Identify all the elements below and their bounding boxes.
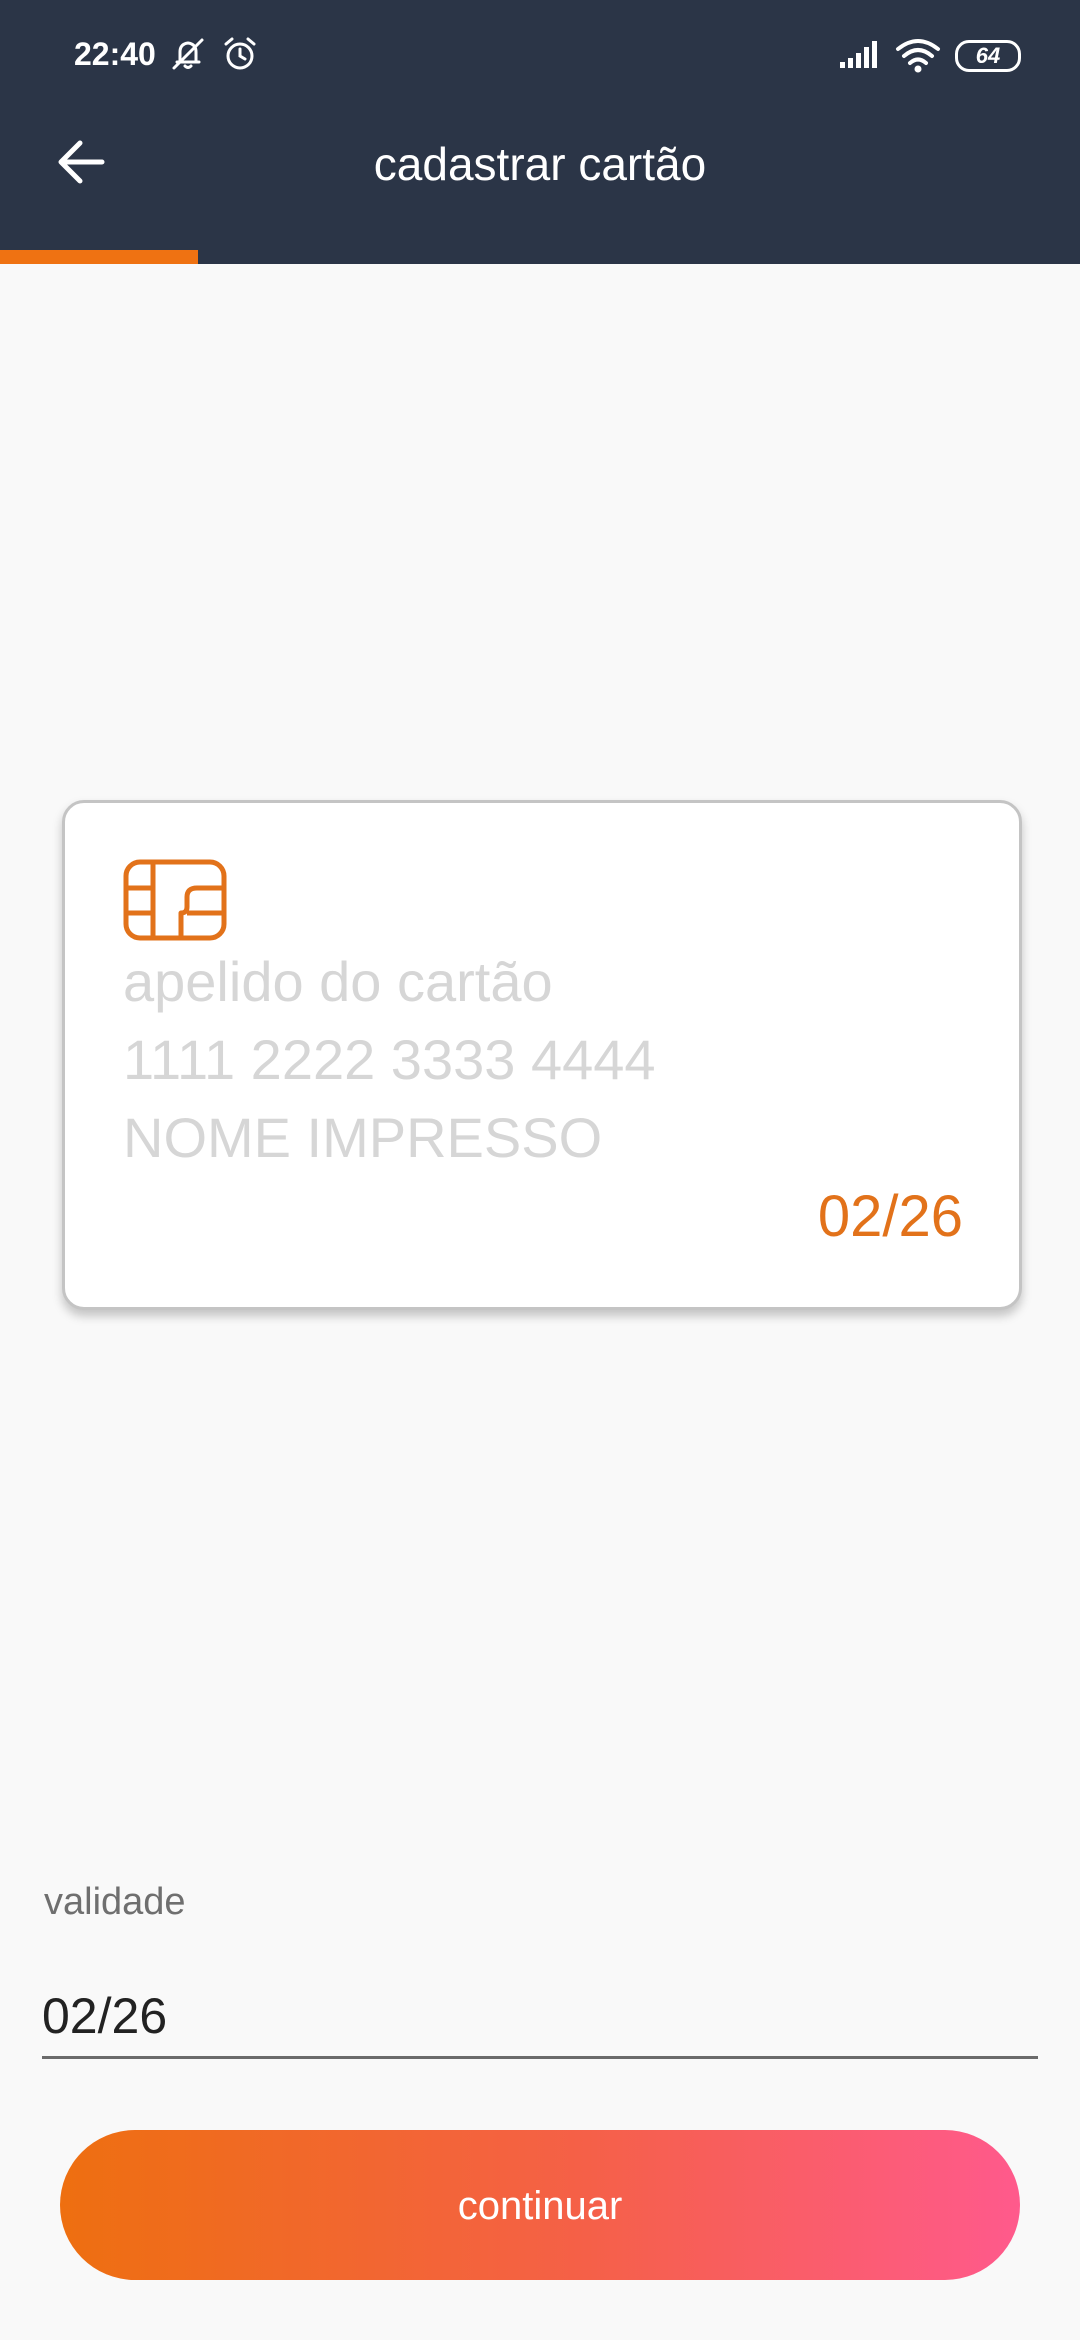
card-chip-icon: [123, 859, 227, 941]
app-header: 22:40 64 cadastrar cartão: [0, 0, 1080, 264]
signal-icon: [838, 38, 882, 70]
progress-fill: [0, 250, 198, 264]
card-number-placeholder: 1111 2222 3333 4444: [123, 1028, 656, 1091]
card-name-placeholder: NOME IMPRESSO: [123, 1106, 603, 1169]
expiry-input[interactable]: [42, 1976, 1038, 2059]
notifications-muted-icon: [168, 34, 208, 74]
progress-bar: [0, 250, 1080, 264]
expiry-label: validade: [44, 1881, 186, 1923]
card-preview: apelido do cartão 1111 2222 3333 4444 NO…: [62, 800, 1022, 1310]
alarm-icon: [220, 34, 260, 74]
card-expiry: 02/26: [817, 1184, 963, 1249]
status-time: 22:40: [74, 36, 156, 72]
battery-icon: 64: [955, 40, 1021, 72]
wifi-icon: [894, 36, 942, 74]
page-title: cadastrar cartão: [373, 138, 707, 190]
card-nickname-placeholder: apelido do cartão: [123, 950, 553, 1013]
continue-button[interactable]: continuar: [60, 2130, 1020, 2280]
